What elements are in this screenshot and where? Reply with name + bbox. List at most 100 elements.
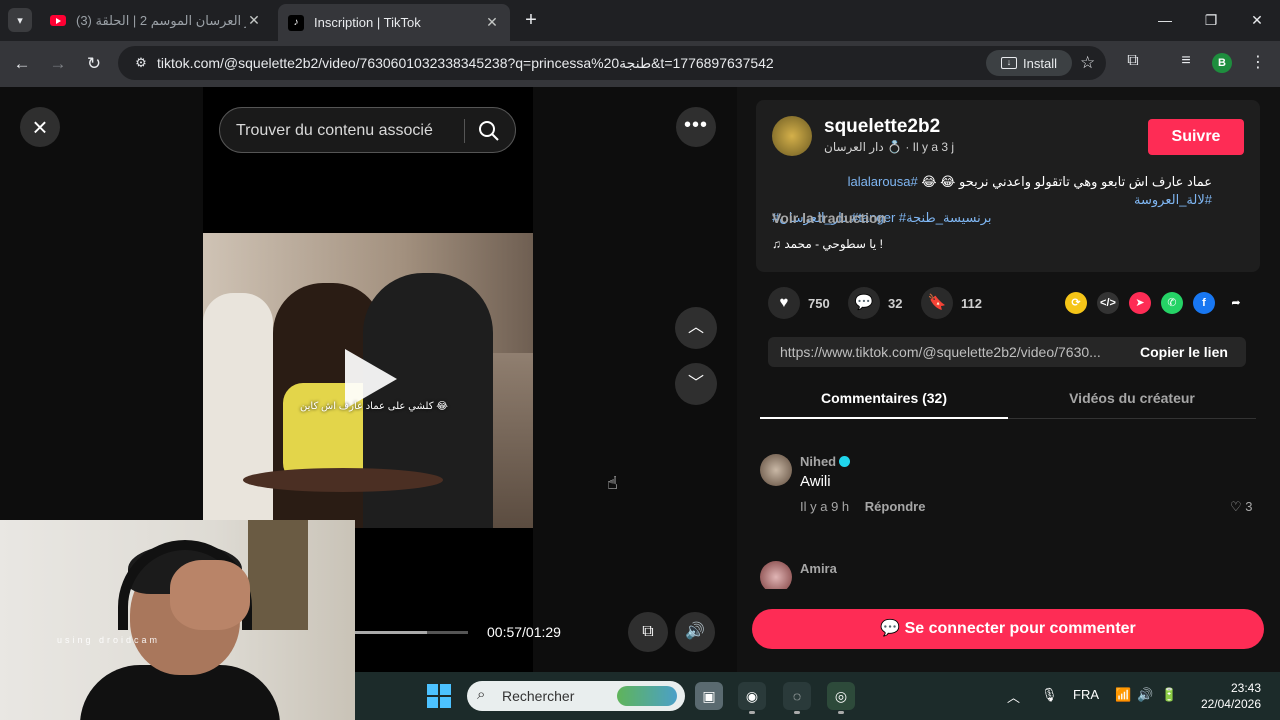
back-button[interactable]: ←: [10, 52, 34, 76]
reload-button[interactable]: ↻: [82, 52, 106, 76]
panel-tabs: Commentaires (32) Vidéos du créateur: [760, 381, 1256, 419]
save-stat[interactable]: 🔖 112: [921, 287, 982, 319]
commenter-avatar[interactable]: [760, 561, 792, 589]
volume-button[interactable]: 🔊: [675, 612, 715, 652]
wifi-icon[interactable]: 📶: [1115, 687, 1131, 703]
bookmark-icon[interactable]: 🔖: [921, 287, 953, 319]
search-placeholder[interactable]: Trouver du contenu associé: [236, 122, 433, 140]
extensions-icon[interactable]: ⧉: [1121, 52, 1145, 70]
taskbar-search-label: Rechercher: [502, 688, 575, 704]
url-text[interactable]: tiktok.com/@squelette2b2/video/763060103…: [157, 55, 774, 72]
tab-search-button[interactable]: ▾: [8, 8, 32, 32]
commenter-name[interactable]: Amira: [800, 561, 837, 576]
hashtag[interactable]: #لالة_العروسة: [1134, 192, 1212, 207]
embed-icon[interactable]: </>: [1097, 292, 1119, 314]
hashtag[interactable]: #برنسيسة_طنجة: [899, 210, 992, 225]
tab-comments[interactable]: Commentaires (32): [760, 390, 1008, 406]
tray-overflow-icon[interactable]: ︿: [1007, 687, 1020, 706]
new-tab-button[interactable]: +: [520, 9, 542, 31]
previous-video-button[interactable]: ︿: [675, 307, 717, 349]
close-tab-icon[interactable]: ✕: [246, 12, 262, 29]
whatsapp-icon[interactable]: ✆: [1161, 292, 1183, 314]
comment-meta: Il y a 9 h Répondre: [800, 499, 925, 514]
mouse-cursor-icon: ☝: [607, 473, 618, 493]
creator-username[interactable]: squelette2b2: [824, 116, 940, 138]
install-button[interactable]: ↓ Install: [986, 50, 1072, 76]
like-stat[interactable]: ♥ 750: [768, 287, 830, 319]
facebook-icon[interactable]: f: [1193, 292, 1215, 314]
pip-button[interactable]: ⧉: [628, 612, 668, 652]
tab-youtube[interactable]: (3) دار العرسان الموسم 2 | الحلقة ✕: [40, 4, 272, 37]
restore-button[interactable]: ❐: [1196, 8, 1226, 32]
chrome-icon[interactable]: ◎: [827, 682, 855, 714]
taskbar-search[interactable]: ⌕ Rechercher: [467, 681, 685, 711]
music-info[interactable]: ♫ يا سطوحي - محمد !: [772, 237, 883, 251]
repost-icon[interactable]: ⟳: [1065, 292, 1087, 314]
obs-icon[interactable]: ◉: [738, 682, 766, 714]
forward-button[interactable]: →: [46, 52, 70, 76]
hashtag[interactable]: #lalalarousa: [848, 174, 918, 189]
copy-link-box: https://www.tiktok.com/@squelette2b2/vid…: [768, 337, 1246, 367]
related-search-box[interactable]: Trouver du contenu associé: [219, 107, 516, 153]
microphone-icon[interactable]: 🎙: [1041, 687, 1058, 703]
creator-avatar[interactable]: [772, 116, 812, 156]
commenter-avatar[interactable]: [760, 454, 792, 486]
media-control-icon[interactable]: ≡: [1174, 52, 1198, 70]
clock-time: 23:43: [1230, 681, 1261, 695]
bookmark-star-icon[interactable]: ☆: [1080, 53, 1095, 73]
post-panel: squelette2b2 دار العرسان 💍 · Il y a 3 j …: [737, 87, 1280, 672]
tab-creator-videos[interactable]: Vidéos du créateur: [1008, 390, 1256, 406]
taskbar-clock[interactable]: 23:43 22/04/2026: [1195, 680, 1261, 712]
send-icon[interactable]: ➤: [1129, 292, 1151, 314]
save-count: 112: [961, 295, 982, 311]
webcam-overlay: using droidcam: [0, 520, 355, 720]
webcam-watermark: using droidcam: [57, 635, 161, 645]
commenter-name[interactable]: Nihed: [800, 454, 851, 469]
comment-like[interactable]: ♡ 3: [1230, 499, 1253, 515]
see-translation-link[interactable]: Voir la traduction: [772, 210, 886, 226]
tiktok-icon: ♪: [288, 14, 304, 31]
comment-time: Il y a 9 h: [800, 499, 850, 514]
search-icon: ⌕: [477, 686, 486, 703]
close-video-button[interactable]: ×: [20, 107, 60, 147]
install-icon: ↓: [1001, 57, 1018, 69]
reply-button[interactable]: Répondre: [865, 499, 926, 514]
address-bar[interactable]: ⚙ tiktok.com/@squelette2b2/video/7630601…: [118, 46, 1106, 80]
tab-strip: ▾ (3) دار العرسان الموسم 2 | الحلقة ✕ ♪ …: [0, 0, 1280, 41]
windows-start-icon[interactable]: [427, 684, 451, 708]
close-tab-icon[interactable]: ✕: [484, 14, 500, 31]
site-info-icon[interactable]: ⚙: [132, 54, 150, 72]
battery-icon[interactable]: 🔋: [1161, 687, 1177, 703]
comment-stat[interactable]: 💬 32: [848, 287, 902, 319]
follow-button[interactable]: Suivre: [1148, 119, 1244, 155]
task-view-icon[interactable]: ▣: [695, 682, 723, 710]
tab-title: (3) دار العرسان الموسم 2 | الحلقة: [76, 12, 246, 28]
profile-avatar[interactable]: B: [1212, 53, 1232, 73]
close-window-button[interactable]: ✕: [1242, 8, 1272, 32]
copy-link-button[interactable]: Copier le lien: [1140, 344, 1228, 360]
login-to-comment-button[interactable]: 💬 Se connecter pour commenter: [752, 609, 1264, 649]
verified-badge-icon: [839, 456, 851, 467]
windows-taskbar: ⌕ Rechercher ▣ ◉ ◌ ◎ ︿ 🎙 FRA 📶 🔊 🔋 23:43…: [355, 672, 1280, 720]
comment-item: Amira: [760, 561, 1256, 589]
heart-icon[interactable]: ♥: [768, 287, 800, 319]
active-tab-indicator: [760, 417, 1008, 419]
browser-menu-icon[interactable]: ⋮: [1246, 52, 1270, 72]
language-indicator[interactable]: FRA: [1073, 687, 1099, 702]
volume-icon[interactable]: 🔊: [1137, 687, 1153, 703]
next-video-button[interactable]: ﹀: [675, 363, 717, 405]
comment-count: 32: [888, 295, 903, 311]
more-options-button[interactable]: •••: [676, 107, 716, 147]
video-link[interactable]: https://www.tiktok.com/@squelette2b2/vid…: [780, 344, 1126, 360]
share-arrow-icon[interactable]: ➦: [1225, 292, 1247, 314]
description-text: عماد عارف اش تابعو وهي تاتقولو واعدني نر…: [921, 174, 1212, 189]
video-time: 00:57/01:29: [487, 624, 561, 640]
tab-tiktok[interactable]: ♪ Inscription | TikTok ✕: [278, 4, 510, 41]
post-info-card: squelette2b2 دار العرسان 💍 · Il y a 3 j …: [756, 100, 1260, 272]
video-progress-bar[interactable]: [355, 631, 468, 634]
minimize-button[interactable]: —: [1150, 8, 1180, 32]
comment-icon[interactable]: 💬: [848, 287, 880, 319]
search-icon[interactable]: [477, 119, 501, 143]
play-icon[interactable]: [345, 349, 397, 409]
app-icon[interactable]: ◌: [783, 682, 811, 714]
